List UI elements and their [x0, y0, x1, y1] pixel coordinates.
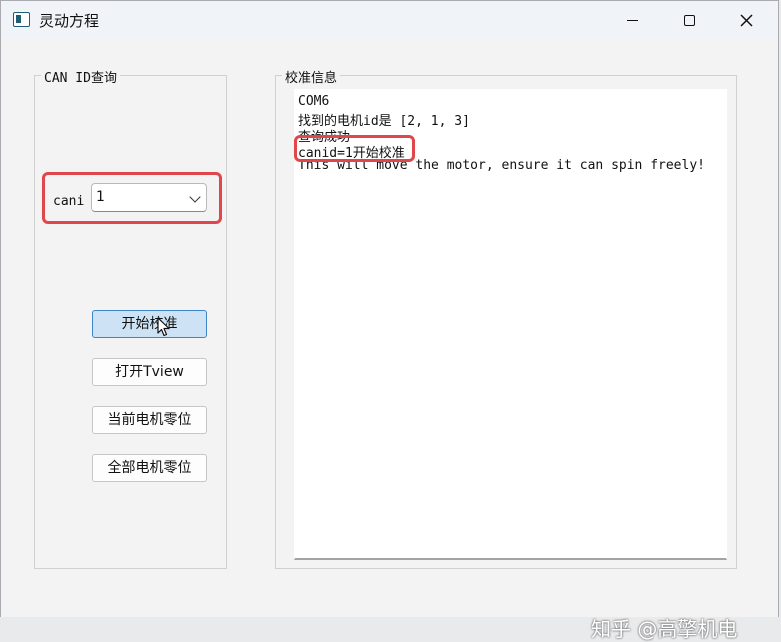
- maximize-icon: [683, 14, 695, 26]
- mouse-cursor-icon: [157, 317, 170, 337]
- cani-highlight-box: [42, 172, 222, 224]
- log-highlight-box: [294, 135, 415, 162]
- all-motors-zero-button[interactable]: 全部电机零位: [92, 454, 207, 482]
- title-bar[interactable]: 灵动方程: [1, 1, 778, 39]
- minimize-button[interactable]: [609, 1, 655, 39]
- client-area: CAN ID查询 cani 1 开始校准 打开Tview 当前电机零位 全部电机…: [1, 39, 778, 641]
- watermark: 知乎 @高擎机电: [591, 617, 738, 641]
- log-line: COM6: [298, 94, 330, 109]
- app-window-icon: [13, 12, 30, 27]
- window-title: 灵动方程: [39, 12, 100, 30]
- app-window: 灵动方程 CAN ID查询 cani 1 开始校准 打开Tview 当前电机零位…: [0, 0, 779, 641]
- minimize-icon: [626, 19, 638, 21]
- maximize-button[interactable]: [666, 1, 712, 39]
- start-calibration-button[interactable]: 开始校准: [92, 310, 207, 338]
- can-id-query-title: CAN ID查询: [41, 67, 120, 86]
- close-icon: [739, 13, 753, 27]
- current-motor-zero-button[interactable]: 当前电机零位: [92, 406, 207, 434]
- calibration-info-title: 校准信息: [282, 67, 341, 86]
- close-button[interactable]: [723, 1, 769, 39]
- open-tview-button[interactable]: 打开Tview: [92, 358, 207, 386]
